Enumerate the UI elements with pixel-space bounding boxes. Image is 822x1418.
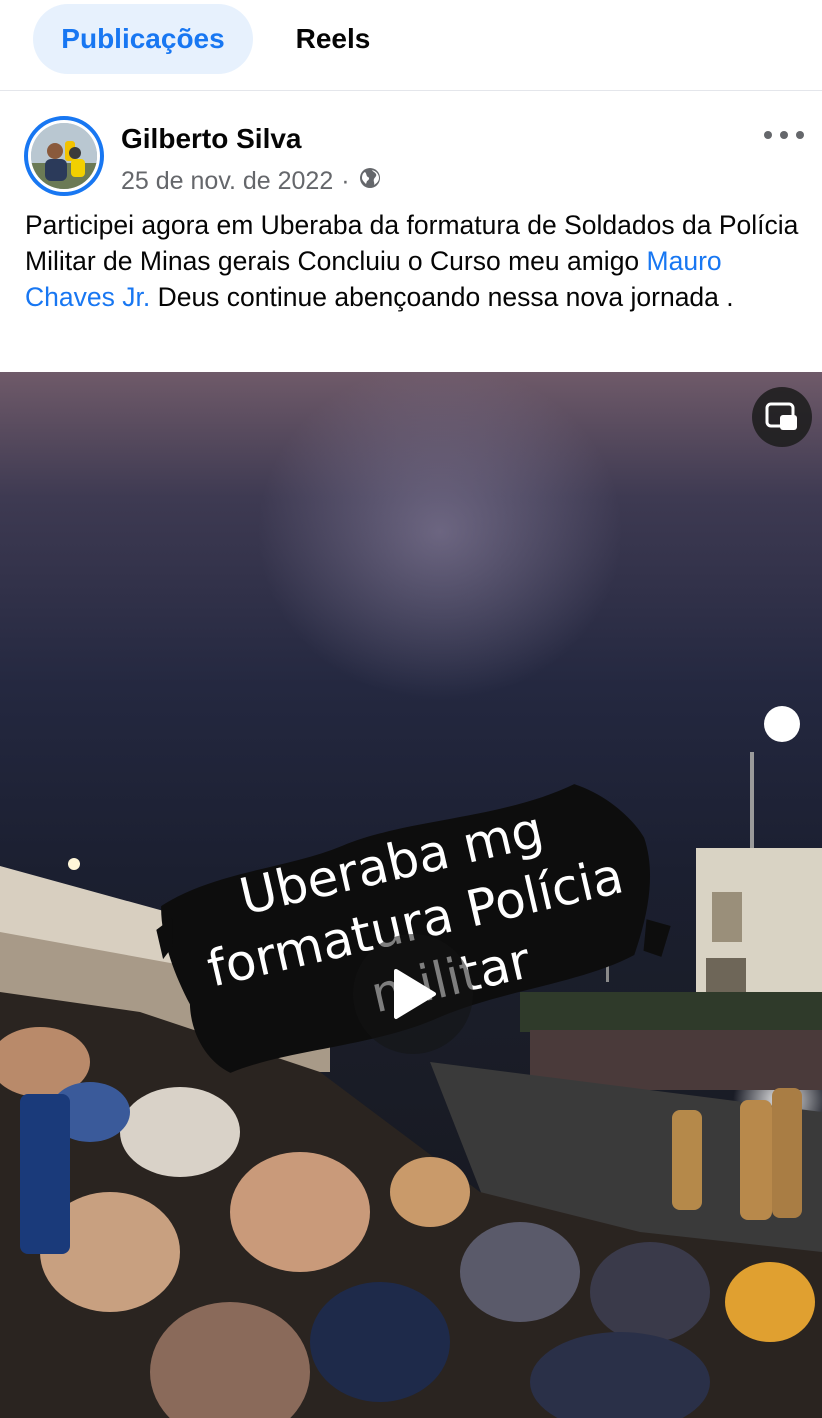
video-scene <box>0 706 822 1418</box>
video-caption-overlay: Uberaba mg formatura Polícia militar <box>202 800 629 1024</box>
more-options-icon[interactable] <box>764 123 804 147</box>
globe-icon <box>358 166 382 197</box>
profile-tabs: Publicações Reels <box>0 0 822 91</box>
tab-reels[interactable]: Reels <box>270 4 396 74</box>
overlay-line-1: Uberaba mg <box>234 800 548 926</box>
post-author[interactable]: Gilberto Silva <box>121 123 302 155</box>
post-date[interactable]: 25 de nov. de 2022 <box>121 167 333 196</box>
tab-publicacoes[interactable]: Publicações <box>33 4 253 74</box>
avatar[interactable] <box>24 116 104 196</box>
post-meta: 25 de nov. de 2022 · <box>121 166 382 197</box>
post-text-end: Deus continue abençoando nessa nova jorn… <box>150 282 734 312</box>
picture-in-picture-icon[interactable] <box>752 387 812 447</box>
post-text: Participei agora em Uberaba da formatura… <box>25 207 805 315</box>
meta-separator: · <box>341 167 350 195</box>
avatar-photo <box>31 123 97 189</box>
video-player[interactable]: Uberaba mg formatura Polícia militar <box>0 372 822 1418</box>
play-icon[interactable] <box>353 934 473 1054</box>
